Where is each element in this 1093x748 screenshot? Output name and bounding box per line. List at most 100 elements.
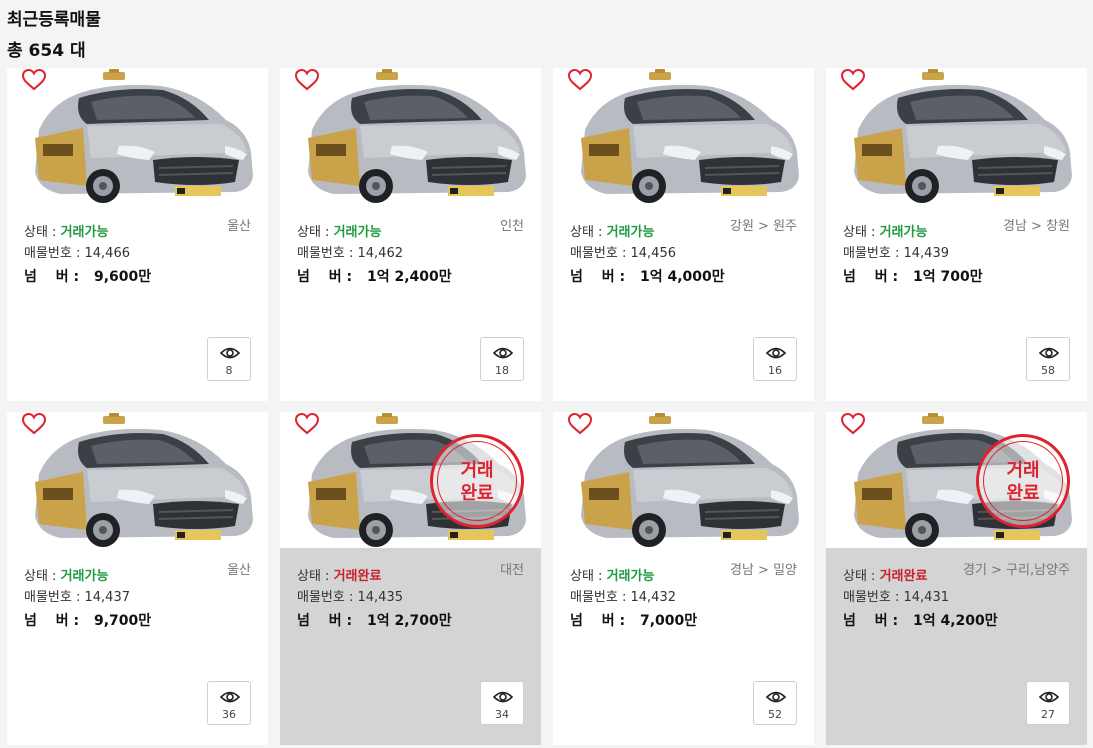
listing-card[interactable]: 상태 : 거래가능 강원 > 원주 매물번호 : 14,456 넘 버 : 1억… xyxy=(553,68,814,401)
view-count-button[interactable]: 18 xyxy=(480,337,524,381)
car-photo[interactable] xyxy=(553,412,814,548)
listing-number-label: 매물번호 : xyxy=(297,590,358,605)
price-label: 넘 버 : xyxy=(570,269,626,285)
listing-card[interactable]: 상태 : 거래가능 경남 > 창원 매물번호 : 14,439 넘 버 : 1억… xyxy=(826,68,1087,401)
status-label: 상태 : xyxy=(843,225,880,240)
eye-icon xyxy=(220,347,240,359)
listing-number-value: 14,431 xyxy=(903,590,950,605)
price-label: 넘 버 : xyxy=(297,613,353,629)
heart-icon[interactable] xyxy=(294,68,320,92)
price-line: 넘 버 : 9,700만 xyxy=(24,610,151,630)
listing-card[interactable]: 상태 : 거래가능 울산 매물번호 : 14,437 넘 버 : 9,700만 … xyxy=(7,412,268,745)
listing-info: 상태 : 거래가능 울산 매물번호 : 14,437 넘 버 : 9,700만 … xyxy=(7,548,268,745)
view-count-button[interactable]: 27 xyxy=(1026,681,1070,725)
status-value: 거래가능 xyxy=(60,225,109,240)
price-line: 넘 버 : 1억 4,200만 xyxy=(843,610,998,630)
listing-number: 매물번호 : 14,462 xyxy=(297,242,403,261)
listing-number-label: 매물번호 : xyxy=(570,590,631,605)
status-value: 거래가능 xyxy=(606,569,655,584)
listing-number: 매물번호 : 14,432 xyxy=(570,586,676,605)
view-count: 18 xyxy=(495,364,509,377)
car-photo[interactable] xyxy=(7,412,268,548)
status-line: 상태 : 거래가능 xyxy=(570,565,654,584)
price-label: 넘 버 : xyxy=(297,269,353,285)
price-value: 1억 4,200만 xyxy=(913,613,998,629)
view-count-button[interactable]: 16 xyxy=(753,337,797,381)
price-line: 넘 버 : 1억 4,000만 xyxy=(570,266,725,286)
car-photo[interactable] xyxy=(826,68,1087,204)
heart-icon[interactable] xyxy=(567,68,593,92)
heart-icon[interactable] xyxy=(21,412,47,436)
view-count-button[interactable]: 52 xyxy=(753,681,797,725)
region-text: 경기 > 구리,남양주 xyxy=(962,563,1070,578)
car-photo[interactable]: 거래 완료 xyxy=(280,412,541,548)
listing-number: 매물번호 : 14,431 xyxy=(843,586,949,605)
listing-number-value: 14,466 xyxy=(84,246,131,261)
car-photo[interactable] xyxy=(7,68,268,204)
listing-card[interactable]: 상태 : 거래가능 인천 매물번호 : 14,462 넘 버 : 1억 2,40… xyxy=(280,68,541,401)
heart-icon[interactable] xyxy=(840,68,866,92)
listing-info: 상태 : 거래가능 경남 > 밀양 매물번호 : 14,432 넘 버 : 7,… xyxy=(553,548,814,745)
status-line: 상태 : 거래가능 xyxy=(24,565,108,584)
status-line: 상태 : 거래가능 xyxy=(570,221,654,240)
listing-number-value: 14,462 xyxy=(357,246,404,261)
listing-number: 매물번호 : 14,435 xyxy=(297,586,403,605)
price-label: 넘 버 : xyxy=(24,613,80,629)
listing-info: 상태 : 거래가능 울산 매물번호 : 14,466 넘 버 : 9,600만 … xyxy=(7,204,268,401)
status-label: 상태 : xyxy=(843,569,880,584)
region-text: 경남 > 밀양 xyxy=(730,563,797,578)
view-count-button[interactable]: 8 xyxy=(207,337,251,381)
heart-icon[interactable] xyxy=(294,412,320,436)
eye-icon xyxy=(766,347,786,359)
sold-stamp-text: 거래 완료 xyxy=(1006,460,1040,504)
view-count: 52 xyxy=(768,708,782,721)
view-count-button[interactable]: 58 xyxy=(1026,337,1070,381)
listing-info: 상태 : 거래완료 대전 매물번호 : 14,435 넘 버 : 1억 2,70… xyxy=(280,548,541,745)
status-line: 상태 : 거래완료 xyxy=(297,565,381,584)
view-count: 34 xyxy=(495,708,509,721)
status-value: 거래완료 xyxy=(333,569,382,584)
region-text: 경남 > 창원 xyxy=(1003,219,1070,234)
taxi-car-image xyxy=(854,69,1072,203)
status-line: 상태 : 거래완료 xyxy=(843,565,927,584)
heart-icon[interactable] xyxy=(21,68,47,92)
region-text: 울산 xyxy=(227,219,251,234)
region-text: 강원 > 원주 xyxy=(730,219,797,234)
car-photo[interactable] xyxy=(280,68,541,204)
listing-info: 상태 : 거래완료 경기 > 구리,남양주 매물번호 : 14,431 넘 버 … xyxy=(826,548,1087,745)
listing-number-label: 매물번호 : xyxy=(843,590,904,605)
car-photo[interactable]: 거래 완료 xyxy=(826,412,1087,548)
heart-icon[interactable] xyxy=(840,412,866,436)
price-label: 넘 버 : xyxy=(843,613,899,629)
price-value: 1억 700만 xyxy=(913,269,983,285)
car-photo[interactable] xyxy=(553,68,814,204)
taxi-car-image xyxy=(35,413,253,547)
status-value: 거래가능 xyxy=(879,225,928,240)
status-value: 거래가능 xyxy=(60,569,109,584)
sold-stamp: 거래 완료 xyxy=(430,434,524,528)
listing-number-value: 14,432 xyxy=(630,590,677,605)
eye-icon xyxy=(493,347,513,359)
price-value: 7,000만 xyxy=(640,613,698,629)
region-text: 인천 xyxy=(500,219,524,234)
listing-card[interactable]: 거래 완료 상태 : 거래완료 경기 > 구리,남양주 매물번호 : 14,431… xyxy=(826,412,1087,745)
listing-card[interactable]: 상태 : 거래가능 경남 > 밀양 매물번호 : 14,432 넘 버 : 7,… xyxy=(553,412,814,745)
status-label: 상태 : xyxy=(570,225,607,240)
status-label: 상태 : xyxy=(297,569,334,584)
view-count-button[interactable]: 36 xyxy=(207,681,251,725)
eye-icon xyxy=(220,691,240,703)
sold-stamp-text: 거래 완료 xyxy=(460,460,494,504)
view-count-button[interactable]: 34 xyxy=(480,681,524,725)
listing-number-value: 14,439 xyxy=(903,246,950,261)
price-line: 넘 버 : 1억 2,700만 xyxy=(297,610,452,630)
listing-card[interactable]: 상태 : 거래가능 울산 매물번호 : 14,466 넘 버 : 9,600만 … xyxy=(7,68,268,401)
listing-number-label: 매물번호 : xyxy=(24,246,85,261)
view-count: 27 xyxy=(1041,708,1055,721)
price-line: 넘 버 : 1억 700만 xyxy=(843,266,983,286)
status-label: 상태 : xyxy=(24,225,61,240)
price-value: 9,700만 xyxy=(94,613,152,629)
listing-card[interactable]: 거래 완료 상태 : 거래완료 대전 매물번호 : 14,435 넘 버 : 1억… xyxy=(280,412,541,745)
listing-number-value: 14,435 xyxy=(357,590,404,605)
view-count: 8 xyxy=(225,364,233,377)
heart-icon[interactable] xyxy=(567,412,593,436)
